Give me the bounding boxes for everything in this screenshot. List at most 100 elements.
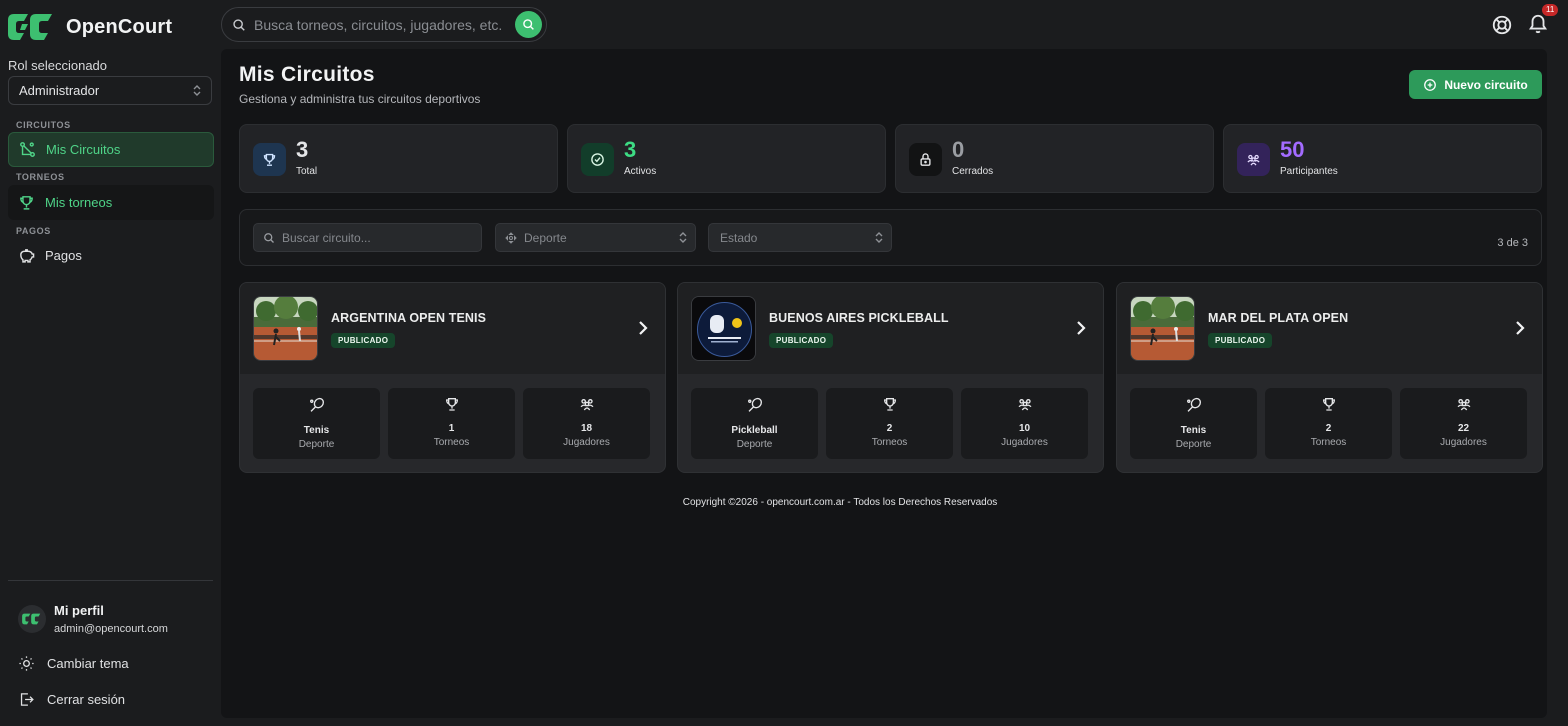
status-badge: PUBLICADO — [769, 333, 834, 348]
tournaments-value: 2 — [886, 423, 893, 434]
app-logo[interactable]: OpenCourt — [8, 10, 172, 44]
players-stat: 22 Jugadores — [1400, 388, 1527, 459]
role-select-value: Administrador — [19, 83, 100, 98]
profile-link[interactable]: Mi perfil admin@opencourt.com — [18, 603, 168, 635]
status-select-placeholder: Estado — [720, 230, 758, 245]
sidebar-item-mis-torneos[interactable]: Mis torneos — [8, 185, 214, 220]
chevron-up-down-icon — [875, 232, 883, 243]
sport-value: Tenis — [303, 425, 330, 436]
tournaments-label: Torneos — [433, 437, 470, 448]
group-label-pagos: PAGOS — [16, 226, 51, 236]
players-stat: 18 Jugadores — [523, 388, 650, 459]
filter-bar: Buscar circuito... Deporte Estado 3 de 3 — [239, 209, 1542, 266]
sport-stat: Tenis Deporte — [1130, 388, 1257, 459]
circuit-image — [253, 296, 318, 361]
circuit-card[interactable]: MAR DEL PLATA OPEN PUBLICADO Tenis Depor… — [1116, 282, 1543, 473]
notifications-badge: 11 — [1542, 4, 1559, 16]
results-count: 3 de 3 — [1497, 237, 1528, 249]
racket-icon — [1186, 397, 1201, 412]
trophy-icon — [445, 398, 458, 411]
trophy-icon — [20, 196, 33, 210]
global-search[interactable] — [221, 7, 547, 42]
players-value: 22 — [1457, 423, 1470, 434]
status-select[interactable]: Estado — [708, 223, 892, 252]
tournaments-label: Torneos — [871, 437, 908, 448]
role-label: Rol seleccionado — [8, 58, 108, 73]
stat-icon-bg — [581, 143, 614, 176]
sport-select[interactable]: Deporte — [495, 223, 696, 252]
sport-value: Pickleball — [731, 425, 778, 436]
route-icon — [20, 142, 35, 157]
stat-card-total: 3 Total — [239, 124, 558, 193]
logout-label: Cerrar sesión — [47, 692, 126, 707]
logout-button[interactable]: Cerrar sesión — [18, 691, 125, 708]
stat-label: Activos — [624, 166, 657, 177]
stat-value: 3 — [296, 137, 309, 162]
sidebar-item-label: Mis Circuitos — [46, 142, 121, 157]
circuit-image — [691, 296, 756, 361]
group-label-circuitos: CIRCUITOS — [16, 120, 71, 130]
circuit-name: MAR DEL PLATA OPEN — [1208, 311, 1349, 325]
opencourt-logo-icon — [22, 613, 41, 625]
trophy-icon — [263, 153, 276, 166]
players-label: Jugadores — [1001, 437, 1048, 448]
stat-card-cerrados: 0 Cerrados — [895, 124, 1214, 193]
search-icon — [264, 232, 274, 243]
status-badge: PUBLICADO — [1208, 333, 1273, 348]
change-theme-button[interactable]: Cambiar tema — [18, 655, 129, 672]
players-label: Jugadores — [563, 437, 610, 448]
stat-label: Total — [296, 166, 318, 177]
chevron-right-icon[interactable] — [638, 320, 648, 336]
new-circuit-button[interactable]: Nuevo circuito — [1409, 70, 1542, 99]
tournaments-stat: 2 Torneos — [826, 388, 953, 459]
circuit-name: ARGENTINA OPEN TENIS — [331, 311, 487, 325]
profile-email: admin@opencourt.com — [54, 623, 168, 635]
search-submit-button[interactable] — [515, 11, 542, 38]
circuit-search-input[interactable]: Buscar circuito... — [253, 223, 482, 252]
search-icon — [233, 18, 245, 31]
chevron-right-icon[interactable] — [1515, 320, 1525, 336]
bell-icon[interactable] — [1527, 13, 1549, 35]
sidebar-item-label: Mis torneos — [45, 195, 113, 210]
sidebar: Rol seleccionado Administrador CIRCUITOS… — [0, 50, 221, 726]
circuit-card[interactable]: ARGENTINA OPEN TENIS PUBLICADO Tenis Dep… — [239, 282, 666, 473]
circuit-image — [1130, 296, 1195, 361]
search-icon — [523, 19, 534, 30]
stat-value: 50 — [1280, 137, 1305, 162]
players-value: 10 — [1018, 423, 1031, 434]
tournaments-stat: 1 Torneos — [388, 388, 515, 459]
check-circle-icon — [591, 153, 604, 166]
global-search-input[interactable] — [254, 16, 519, 33]
circuit-search-placeholder: Buscar circuito... — [282, 230, 371, 245]
plus-circle-icon — [1424, 78, 1437, 91]
stat-label: Participantes — [1280, 166, 1338, 177]
help-icon[interactable] — [1491, 14, 1513, 36]
sport-stat: Pickleball Deporte — [691, 388, 818, 459]
sidebar-item-label: Pagos — [45, 248, 82, 263]
circuit-card[interactable]: BUENOS AIRES PICKLEBALL PUBLICADO Pickle… — [677, 282, 1104, 473]
trophy-icon — [1322, 398, 1335, 411]
players-stat: 10 Jugadores — [961, 388, 1088, 459]
racket-icon — [309, 397, 324, 412]
stat-value: 3 — [624, 137, 637, 162]
page-subtitle: Gestiona y administra tus circuitos depo… — [239, 92, 481, 106]
app-name: OpenCourt — [66, 15, 173, 38]
sidebar-item-pagos[interactable]: Pagos — [8, 238, 214, 273]
new-circuit-label: Nuevo circuito — [1444, 77, 1528, 92]
sun-icon — [19, 656, 34, 671]
role-select[interactable]: Administrador — [8, 76, 212, 105]
racket-icon — [747, 397, 762, 412]
sidebar-item-mis-circuitos[interactable]: Mis Circuitos — [8, 132, 214, 167]
stat-card-participantes: 50 Participantes — [1223, 124, 1542, 193]
sport-label: Deporte — [1175, 439, 1212, 450]
players-label: Jugadores — [1440, 437, 1487, 448]
users-icon — [580, 399, 593, 411]
chevron-up-down-icon — [193, 85, 201, 96]
tournaments-value: 1 — [448, 423, 455, 434]
piggy-bank-icon — [20, 249, 35, 263]
change-theme-label: Cambiar tema — [47, 656, 129, 671]
chevron-right-icon[interactable] — [1076, 320, 1086, 336]
move-icon — [505, 231, 517, 244]
sidebar-divider — [8, 580, 213, 581]
stat-label: Cerrados — [952, 166, 994, 177]
